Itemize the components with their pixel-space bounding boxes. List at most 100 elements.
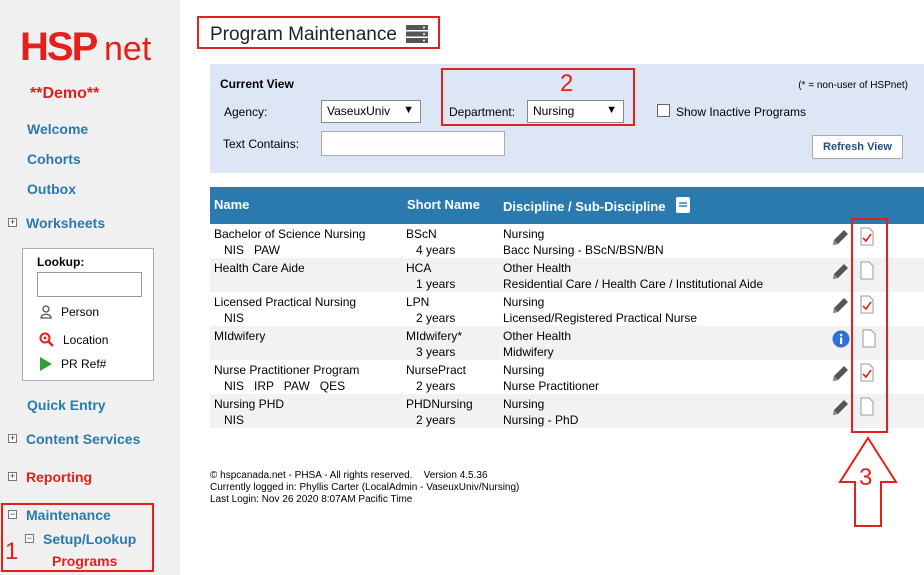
table-row[interactable]: Nurse Practitioner Program NIS IRP PAW Q… (210, 360, 924, 394)
annotation-number-1: 1 (5, 538, 19, 565)
program-tags: NIS (224, 413, 245, 427)
agency-label: Agency: (224, 105, 268, 119)
server-list-icon[interactable] (406, 25, 428, 43)
expand-reporting-icon[interactable]: + (8, 472, 17, 481)
agency-select[interactable]: VaseuxUniv ▼ (321, 100, 421, 123)
sidebar: HSP net **Demo** Welcome Cohorts Outbox … (0, 0, 180, 575)
program-discipline: Nursing (503, 397, 545, 411)
nav-reporting[interactable]: Reporting (26, 469, 92, 485)
nav-setup-lookup[interactable]: Setup/Lookup (43, 531, 136, 547)
edit-icon[interactable] (830, 296, 850, 316)
lookup-pr-ref[interactable]: PR Ref# (39, 356, 106, 372)
program-years: 2 years (416, 413, 456, 427)
location-search-icon (39, 332, 54, 347)
program-short-name: NursePract (406, 363, 467, 377)
play-icon (40, 357, 52, 371)
table-row[interactable]: MIdwifery MIdwifery* 3 years Other Healt… (210, 326, 924, 360)
lookup-title: Lookup: (37, 255, 85, 269)
programs-table-header: Name Short Name Discipline / Sub-Discipl… (210, 187, 924, 224)
show-inactive-label: Show Inactive Programs (676, 105, 807, 119)
text-contains-input[interactable] (321, 131, 505, 156)
edit-icon[interactable] (830, 228, 850, 248)
expand-content-services-icon[interactable]: + (8, 434, 17, 443)
program-sub-discipline: Residential Care / Health Care / Institu… (503, 277, 764, 291)
program-short-name: PHDNursing (406, 397, 473, 411)
nav-programs[interactable]: Programs (52, 553, 117, 569)
program-short-name: HCA (406, 261, 432, 275)
edit-icon[interactable] (830, 364, 850, 384)
department-value: Nursing (533, 104, 575, 118)
refresh-view-button[interactable]: Refresh View (812, 135, 903, 159)
nav-content-services[interactable]: Content Services (26, 431, 140, 447)
annotation-number-3: 3 (859, 464, 873, 491)
document-icon[interactable] (862, 329, 876, 348)
document-icon[interactable] (860, 261, 874, 280)
footer-last-login: Last Login: Nov 26 2020 8:07AM Pacific T… (210, 494, 413, 505)
table-row[interactable]: Nursing PHD NIS PHDNursing 2 years Nursi… (210, 394, 924, 428)
agency-value: VaseuxUniv (327, 104, 391, 118)
lookup-panel: Lookup: Person Location PR Ref# (22, 248, 154, 381)
program-discipline: Other Health (503, 329, 572, 343)
program-short-name: BScN (406, 227, 437, 241)
program-tags: NIS (224, 311, 245, 325)
program-short-name: MIdwifery* (406, 329, 463, 343)
nav-outbox[interactable]: Outbox (27, 181, 76, 197)
collapse-setup-lookup-icon[interactable]: − (25, 534, 34, 543)
edit-icon[interactable] (830, 398, 850, 418)
program-sub-discipline: Midwifery (503, 345, 554, 359)
nav-maintenance[interactable]: Maintenance (26, 507, 111, 523)
svg-text:HSP: HSP (20, 25, 98, 67)
program-name[interactable]: Bachelor of Science Nursing (214, 227, 365, 241)
program-sub-discipline: Bacc Nursing - BScN/BSN/BN (503, 243, 664, 257)
program-name[interactable]: Health Care Aide (214, 261, 305, 275)
program-tags: NIS IRP PAW QES (224, 379, 346, 393)
nav-cohorts[interactable]: Cohorts (27, 151, 81, 167)
checked-document-icon[interactable] (860, 227, 874, 246)
nav-worksheets[interactable]: Worksheets (26, 215, 105, 231)
footer: © hspcanada.net - PHSA - All rights rese… (210, 470, 519, 506)
table-row[interactable]: Health Care Aide HCA 1 years Other Healt… (210, 258, 924, 292)
column-name[interactable]: Name (214, 197, 249, 212)
program-name[interactable]: Licensed Practical Nursing (214, 295, 356, 309)
nav-quick-entry[interactable]: Quick Entry (27, 397, 106, 413)
annotation-number-2: 2 (560, 70, 574, 97)
svg-text:net: net (104, 30, 152, 67)
show-inactive-checkbox[interactable] (657, 104, 670, 117)
current-view-title: Current View (220, 77, 294, 91)
program-sub-discipline: Licensed/Registered Practical Nurse (503, 311, 698, 325)
program-discipline: Other Health (503, 261, 572, 275)
lookup-input[interactable] (37, 272, 142, 297)
lookup-person[interactable]: Person (39, 305, 99, 319)
program-years: 3 years (416, 345, 456, 359)
program-years: 2 years (416, 379, 456, 393)
footer-copyright: © hspcanada.net - PHSA - All rights rese… (210, 470, 488, 481)
table-row[interactable]: Licensed Practical Nursing NIS LPN 2 yea… (210, 292, 924, 326)
department-select[interactable]: Nursing ▼ (527, 100, 624, 123)
program-name[interactable]: Nurse Practitioner Program (214, 363, 359, 377)
info-icon[interactable] (832, 330, 850, 348)
program-name[interactable]: MIdwifery (214, 329, 265, 343)
checked-document-icon[interactable] (860, 295, 874, 314)
expand-worksheets-icon[interactable]: + (8, 218, 17, 227)
program-discipline: Nursing (503, 227, 545, 241)
column-discipline[interactable]: Discipline / Sub-Discipline (503, 199, 666, 214)
lookup-location[interactable]: Location (39, 332, 108, 348)
dropdown-arrow-icon: ▼ (606, 104, 617, 116)
table-row[interactable]: Bachelor of Science Nursing NIS PAW BScN… (210, 224, 924, 258)
text-contains-label: Text Contains: (223, 137, 300, 151)
program-discipline: Nursing (503, 295, 545, 309)
column-short-name[interactable]: Short Name (407, 197, 480, 212)
collapse-maintenance-icon[interactable]: − (8, 510, 17, 519)
program-years: 1 years (416, 277, 456, 291)
footer-logged-in: Currently logged in: Phyllis Carter (Loc… (210, 482, 520, 493)
nav-welcome[interactable]: Welcome (27, 121, 88, 137)
program-name[interactable]: Nursing PHD (214, 397, 284, 411)
document-icon[interactable] (860, 397, 874, 416)
lookup-location-label: Location (63, 333, 109, 347)
checked-document-icon[interactable] (860, 363, 874, 382)
non-user-note: (* = non-user of HSPnet) (798, 80, 908, 91)
export-document-icon[interactable] (676, 197, 690, 213)
program-sub-discipline: Nursing - PhD (503, 413, 579, 427)
edit-icon[interactable] (830, 262, 850, 282)
lookup-person-label: Person (61, 305, 100, 319)
